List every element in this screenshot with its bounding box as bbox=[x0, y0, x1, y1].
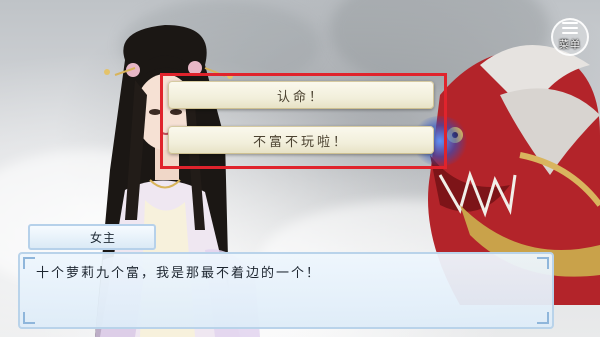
menu-icon bbox=[562, 21, 578, 34]
speaker-name-tag: 女主 bbox=[28, 224, 156, 250]
menu-button[interactable]: 菜单 bbox=[551, 18, 589, 56]
speaker-name: 女主 bbox=[90, 230, 117, 245]
menu-label: 菜单 bbox=[559, 39, 581, 51]
dialogue-text: 十个萝莉九个富，我是那最不着边的一个！ bbox=[36, 266, 322, 281]
choice-highlight-box bbox=[160, 73, 447, 169]
dialogue-box[interactable]: 十个萝莉九个富，我是那最不着边的一个！ bbox=[18, 252, 554, 329]
